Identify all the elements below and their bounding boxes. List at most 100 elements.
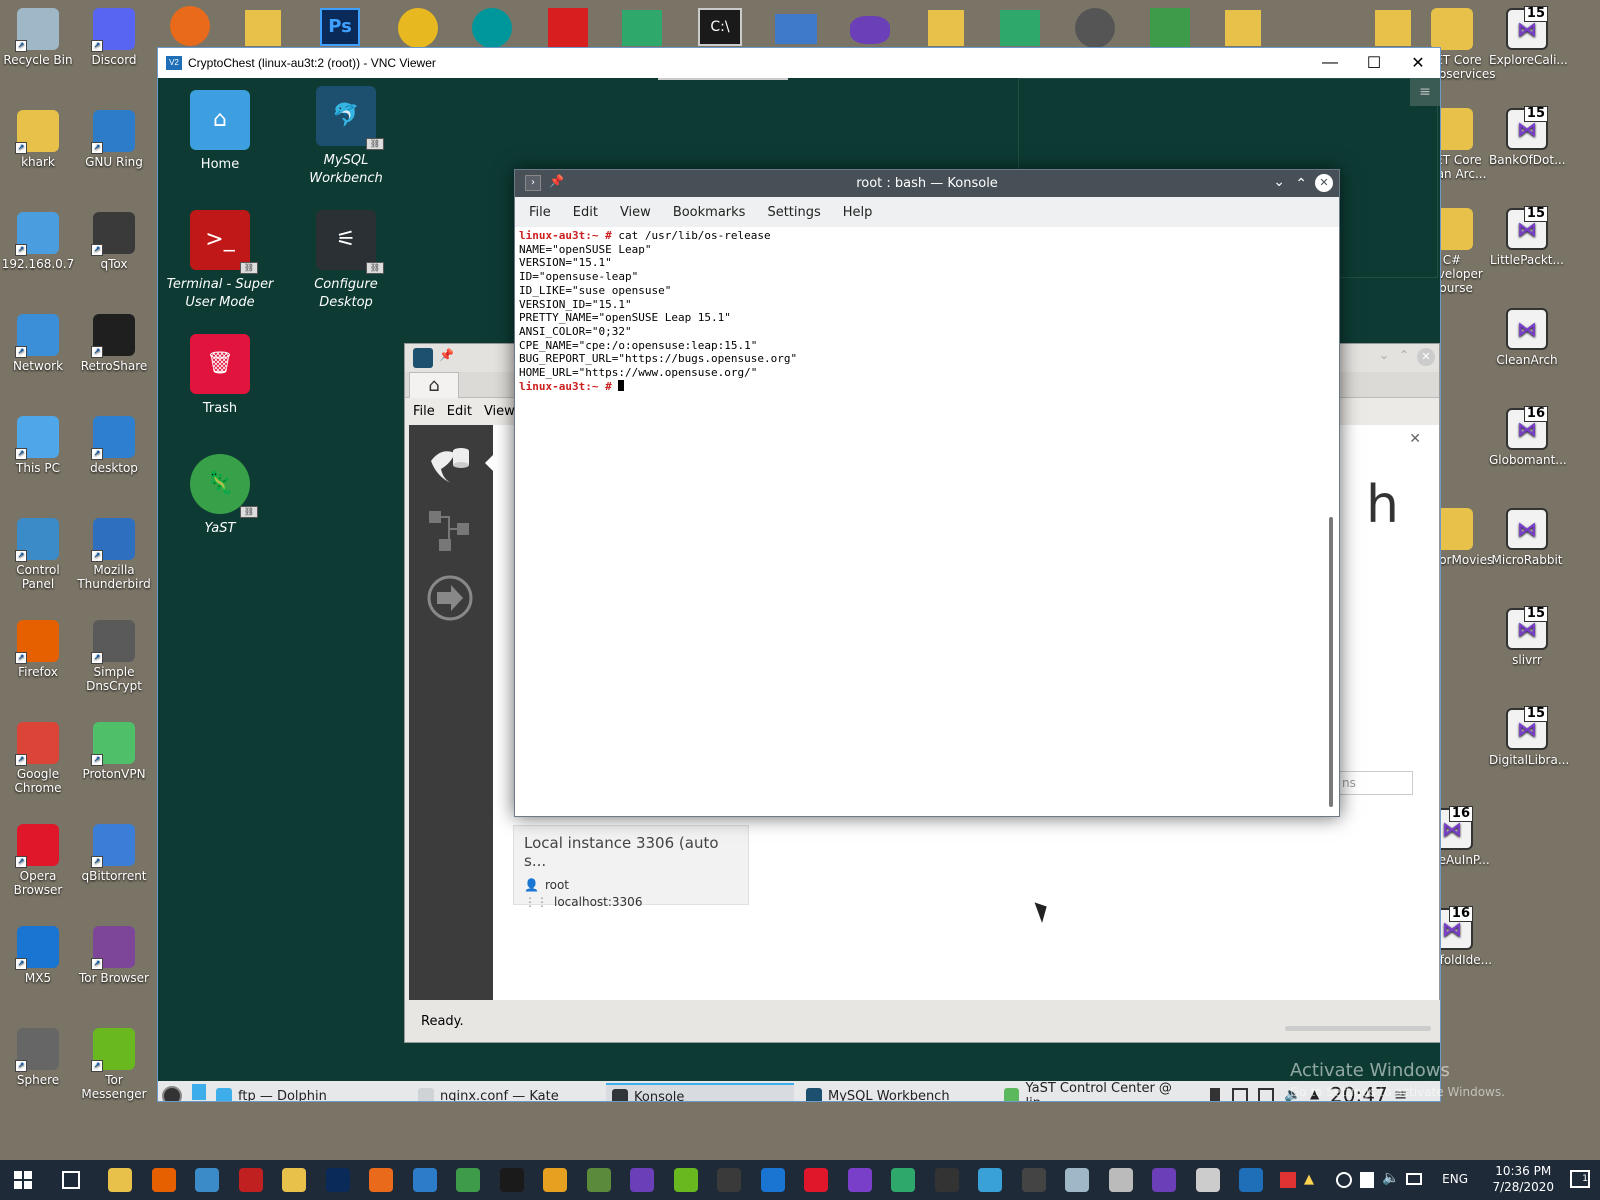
taskbar-app-icon[interactable] [1195,1168,1220,1192]
volume-icon[interactable]: 🔈 [1382,1170,1399,1186]
desktop-icon[interactable]: ⋈ 15 DigitalLibra... [1489,704,1569,767]
connections-icon[interactable] [427,439,473,485]
close-icon[interactable]: ✕ [1417,348,1435,366]
task-view-icon[interactable] [62,1171,80,1189]
desktop-icon[interactable]: ↗ qTox [76,208,152,271]
taskbar-app-icon[interactable] [282,1168,306,1192]
desktop-icon[interactable]: ↗ Recycle Bin [0,4,76,67]
desktop-icon[interactable]: ⋈ 15 LittlePackt... [1489,204,1565,267]
panel-toggle-icon[interactable]: ≡ [1410,78,1440,106]
kde-task-button[interactable]: Konsole [606,1083,794,1101]
desktop-icon[interactable]: ↗ Network [0,310,76,373]
application-launcher-icon[interactable] [162,1086,182,1101]
maximize-icon[interactable]: ☐ [1352,48,1396,78]
photoshop-icon[interactable]: Ps [320,8,360,46]
filter-connections-input[interactable]: ns [1333,771,1413,795]
minimize-icon[interactable]: — [1308,48,1352,78]
windows-clock[interactable]: 10:36 PM 7/28/2020 [1492,1163,1554,1195]
scrollbar-thumb[interactable] [1329,517,1333,807]
taskbar-app-icon[interactable] [151,1168,176,1192]
menu-bookmarks[interactable]: Bookmarks [673,205,746,220]
desktop-icon[interactable]: ⋈ 16 Globomant... [1489,404,1567,467]
pin-icon[interactable]: 📌 [439,348,454,362]
app-icon[interactable] [775,14,817,44]
taskbar-app-icon[interactable] [630,1168,654,1192]
desktop-icon[interactable]: ↗ Firefox [0,616,76,679]
desktop-icon[interactable]: ⋈ 15 slivrr [1489,604,1565,667]
app-icon[interactable] [1000,10,1040,46]
desktop-icon[interactable]: ⋈ CleanArch [1489,304,1565,367]
show-desktop-icon[interactable] [192,1084,206,1100]
folder-icon[interactable] [1375,10,1411,46]
taskbar-app-icon[interactable] [456,1168,480,1192]
taskbar-app-icon[interactable] [412,1168,437,1192]
linux-desktop-icon[interactable]: 🐬 ⛓ MySQL Workbench [286,86,406,188]
kde-task-button[interactable]: YaST Control Center @ lin... [998,1081,1198,1101]
acrobat-icon[interactable] [548,8,588,48]
tray-overflow-icon[interactable] [1280,1172,1296,1188]
chevron-up-icon[interactable]: ⌃ [1295,176,1307,192]
desktop-icon[interactable]: ↗ Sphere [0,1024,76,1087]
desktop-icon[interactable]: ↗ This PC [0,412,76,475]
desktop-icon[interactable]: ↗ MX5 [0,922,76,985]
desktop-icon[interactable]: ⋈ 15 BankOfDot... [1489,104,1566,167]
taskbar-app-icon[interactable] [673,1168,698,1192]
desktop-icon[interactable]: ⋈ MicroRabbit [1489,504,1565,567]
desktop-icon[interactable]: ↗ Simple DnsCrypt [76,616,152,693]
notifications-icon[interactable]: 1 [1570,1170,1590,1188]
taskbar-app-icon[interactable] [717,1168,741,1192]
taskbar-app-icon[interactable] [1021,1168,1046,1192]
konsole-titlebar[interactable]: › 📌 root : bash — Konsole ⌄ ⌃ ✕ [515,170,1339,197]
linux-desktop-icon[interactable]: 🦎 ⛓ YaST [160,454,280,538]
folder-icon[interactable] [245,10,281,46]
keyboard-icon[interactable] [1406,1173,1422,1185]
app-icon[interactable] [1075,8,1115,48]
taskbar-app-icon[interactable] [543,1168,567,1192]
app-icon[interactable] [398,8,438,48]
app-icon[interactable] [622,10,662,46]
chevron-down-icon[interactable]: ⌄ [1379,348,1389,362]
desktop-icon[interactable]: ↗ Tor Browser [76,922,152,985]
taskbar-app-icon[interactable] [369,1168,393,1192]
desktop-icon[interactable]: ↗ desktop [76,412,152,475]
chevron-up-icon[interactable]: ⌃ [1399,348,1409,362]
taskbar-app-icon[interactable] [238,1168,263,1192]
kde-task-button[interactable]: ftp — Dolphin [210,1083,406,1101]
taskbar-app-icon[interactable] [1239,1168,1263,1192]
network-tray-icon[interactable] [1336,1172,1352,1188]
app-icon[interactable] [170,6,210,46]
home-tab[interactable]: ⌂ [409,372,459,398]
app-icon[interactable] [1150,8,1190,48]
taskbar-app-icon[interactable] [978,1168,1002,1192]
taskbar-app-icon[interactable] [195,1168,219,1192]
desktop-icon[interactable]: ↗ khark [0,106,76,169]
pin-icon[interactable]: 📌 [549,174,564,188]
desktop-icon[interactable]: ↗ Mozilla Thunderbird [76,514,152,591]
menu-help[interactable]: Help [843,205,873,220]
tray-icon[interactable] [1258,1088,1274,1101]
arduino-icon[interactable] [472,8,512,48]
desktop-icon[interactable]: ↗ Discord [76,4,152,67]
menu-view[interactable]: View [484,404,515,419]
taskbar-app-icon[interactable] [499,1168,524,1192]
terminal-scrollbar[interactable] [1321,227,1339,816]
kde-task-button[interactable]: nginx.conf — Kate [412,1083,600,1101]
vnc-titlebar[interactable]: V2 CryptoChest (linux-au3t:2 (root)) - V… [158,48,1440,78]
desktop-icon[interactable]: ⋈ 15 ExploreCali... [1489,4,1568,67]
linux-desktop-icon[interactable]: >_ ⛓ Terminal - Super User Mode [160,210,280,312]
cmd-icon[interactable]: C:\ [698,8,742,46]
menu-edit[interactable]: Edit [573,205,598,220]
taskbar-app-icon[interactable] [1108,1168,1133,1192]
taskbar-app-icon[interactable] [804,1168,828,1192]
menu-view[interactable]: View [620,205,651,220]
language-indicator[interactable]: ENG [1442,1172,1468,1186]
menu-file[interactable]: File [529,205,551,220]
desktop-icon[interactable]: ↗ Tor Messenger [76,1024,152,1101]
taskbar-app-icon[interactable] [325,1168,350,1192]
connection-tile[interactable]: Local instance 3306 (auto s... 👤 root ⋮⋮… [513,825,749,909]
close-icon[interactable]: ✕ [1315,174,1333,192]
close-icon[interactable]: ✕ [1396,48,1440,78]
taskbar-app-icon[interactable] [586,1168,611,1192]
linux-desktop-icon[interactable]: 🗑 Trash [160,334,280,418]
folder-icon[interactable] [1225,10,1261,46]
